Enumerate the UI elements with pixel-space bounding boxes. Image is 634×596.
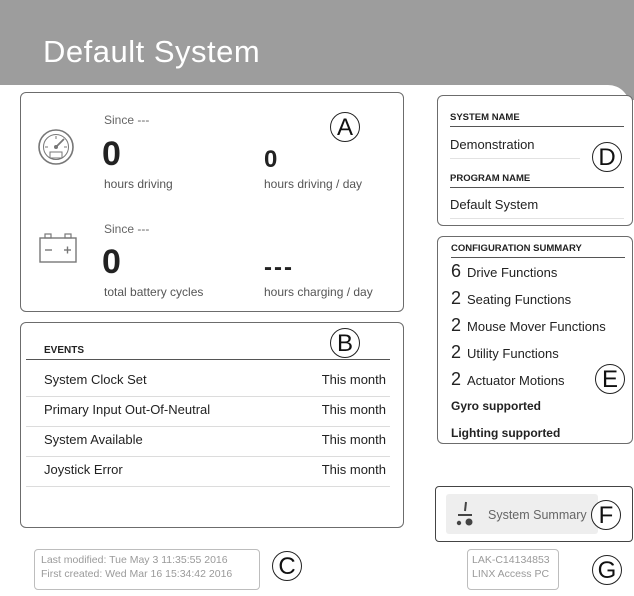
- callout-e: E: [595, 364, 625, 394]
- event-when: This month: [321, 402, 386, 417]
- gyro-supported: Gyro supported: [451, 399, 542, 413]
- callout-c: C: [272, 551, 302, 581]
- device-connection: LINX Access PC: [472, 568, 550, 580]
- system-name-field[interactable]: Demonstration: [450, 137, 580, 159]
- callout-d: D: [592, 142, 622, 172]
- system-name-value: Demonstration: [450, 137, 535, 152]
- event-when: This month: [321, 432, 386, 447]
- callout-a: A: [330, 112, 360, 142]
- speedometer-icon: [36, 128, 76, 171]
- last-modified: Last modified: Tue May 3 11:35:55 2016: [41, 554, 228, 566]
- config-count: 2: [451, 342, 462, 362]
- config-label: Seating Functions: [467, 292, 572, 307]
- event-name: System Clock Set: [44, 372, 147, 387]
- config-summary-header: CONFIGURATION SUMMARY: [451, 243, 625, 258]
- hours-per-day-label: hours driving / day: [264, 177, 363, 191]
- events-header: EVENTS: [26, 345, 390, 360]
- program-name-value: Default System: [450, 197, 539, 212]
- system-name-header: SYSTEM NAME: [450, 112, 624, 127]
- program-name-header: PROGRAM NAME: [450, 173, 624, 188]
- wheelchair-icon: [454, 500, 476, 533]
- config-label: Utility Functions: [467, 346, 559, 361]
- hours-per-day-value: 0: [264, 146, 278, 173]
- device-info: LAK-C14134853 LINX Access PC: [467, 549, 559, 590]
- config-item: 2 Seating Functions: [451, 288, 571, 309]
- config-label: Mouse Mover Functions: [467, 319, 606, 334]
- hours-driving-label: hours driving: [104, 177, 173, 191]
- config-item: 2 Mouse Mover Functions: [451, 315, 606, 336]
- config-count: 2: [451, 288, 462, 308]
- event-row[interactable]: System Available This month: [26, 426, 390, 457]
- event-row[interactable]: System Clock Set This month: [26, 366, 390, 397]
- callout-g: G: [592, 555, 622, 585]
- page-title: Default System: [43, 34, 261, 69]
- battery-icon: [38, 232, 78, 269]
- event-when: This month: [321, 372, 386, 387]
- event-name: Joystick Error: [44, 462, 123, 477]
- first-created: First created: Wed Mar 16 15:34:42 2016: [41, 568, 233, 580]
- config-count: 6: [451, 261, 462, 281]
- event-when: This month: [321, 462, 386, 477]
- hours-driving-value: 0: [102, 135, 121, 173]
- battery-cycles-value: 0: [102, 243, 121, 281]
- callout-f: F: [591, 500, 621, 530]
- driving-since: Since ---: [104, 113, 150, 127]
- config-item: 2 Utility Functions: [451, 342, 559, 363]
- config-item: 2 Actuator Motions: [451, 369, 565, 390]
- event-name: Primary Input Out-Of-Neutral: [44, 402, 211, 417]
- event-row[interactable]: Joystick Error This month: [26, 456, 390, 487]
- events-header-label: EVENTS: [44, 345, 85, 356]
- config-label: Actuator Motions: [467, 373, 565, 388]
- config-item: 6 Drive Functions: [451, 261, 557, 282]
- event-row[interactable]: Primary Input Out-Of-Neutral This month: [26, 396, 390, 427]
- device-id: LAK-C14134853: [472, 554, 550, 566]
- event-name: System Available: [44, 432, 143, 447]
- program-name-field[interactable]: Default System: [450, 197, 624, 219]
- charging-label: hours charging / day: [264, 285, 373, 299]
- modified-info: Last modified: Tue May 3 11:35:55 2016 F…: [34, 549, 260, 590]
- system-summary-label: System Summary: [488, 508, 587, 522]
- system-summary-button[interactable]: System Summary: [446, 494, 598, 534]
- config-count: 2: [451, 369, 462, 389]
- lighting-supported: Lighting supported: [451, 426, 561, 440]
- config-label: Drive Functions: [467, 265, 558, 280]
- battery-cycles-label: total battery cycles: [104, 285, 204, 299]
- config-count: 2: [451, 315, 462, 335]
- charging-value: ---: [264, 254, 294, 281]
- battery-since: Since ---: [104, 222, 150, 236]
